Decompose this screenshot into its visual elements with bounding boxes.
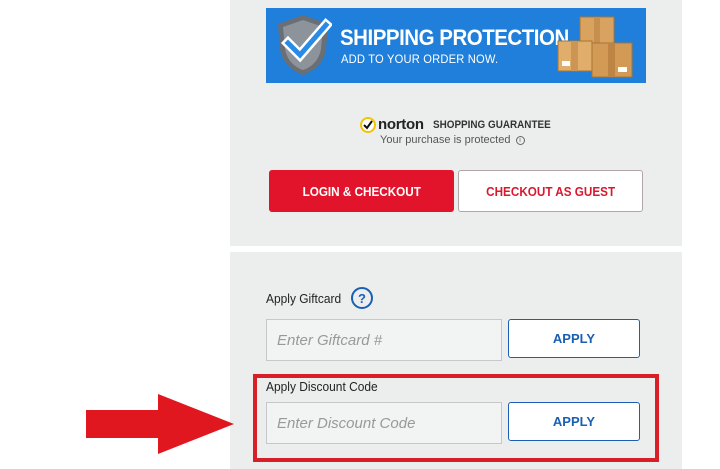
checkout-as-guest-label: CHECKOUT AS GUEST [486,183,615,199]
shipping-protection-banner[interactable]: SHIPPING PROTECTION. ADD TO YOUR ORDER N… [266,8,646,83]
norton-guarantee-label: SHOPPING GUARANTEE [433,119,551,131]
norton-check-icon [360,117,376,133]
norton-brand: norton [378,116,424,133]
login-checkout-button[interactable]: LOGIN & CHECKOUT [269,170,454,212]
red-arrow-icon [86,394,234,454]
norton-note: Your purchase is protected i [380,134,525,146]
giftcard-input[interactable]: Enter Giftcard # [266,319,502,361]
shield-check-icon [278,15,332,75]
discount-highlight-box [253,374,659,462]
checkout-as-guest-button[interactable]: CHECKOUT AS GUEST [458,170,643,212]
norton-note-text: Your purchase is protected [380,134,511,146]
boxes-icon [557,16,633,78]
login-checkout-label: LOGIN & CHECKOUT [302,183,421,199]
checkout-panel: SHIPPING PROTECTION. ADD TO YOUR ORDER N… [230,0,682,246]
norton-shopping-guarantee[interactable]: norton SHOPPING GUARANTEE Your purchase … [360,116,560,150]
giftcard-apply-label: APPLY [552,331,596,346]
checkout-page: SHIPPING PROTECTION. ADD TO YOUR ORDER N… [0,0,720,469]
help-icon[interactable]: ? [351,287,373,309]
giftcard-label: Apply Giftcard [266,291,342,306]
giftcard-apply-button[interactable]: APPLY [508,319,640,358]
banner-subtitle: ADD TO YOUR ORDER NOW. [341,52,499,66]
info-icon[interactable]: i [515,135,525,145]
banner-title: SHIPPING PROTECTION. [340,25,574,50]
